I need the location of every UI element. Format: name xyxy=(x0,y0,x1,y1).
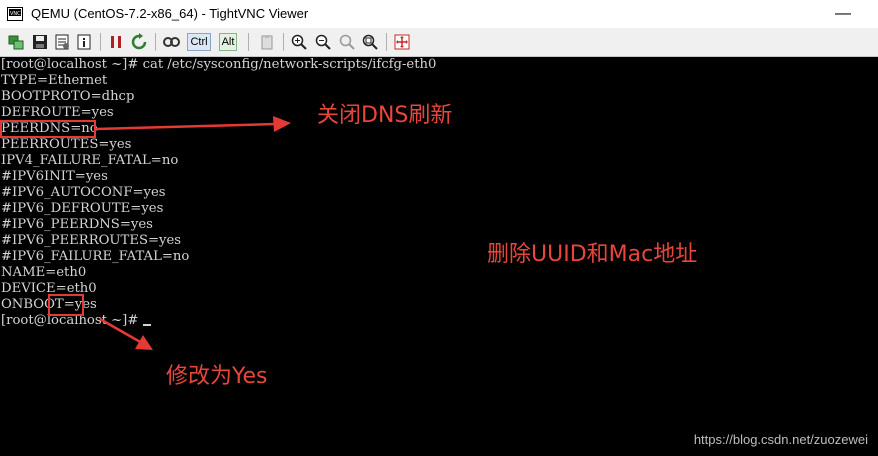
alt-key-button[interactable]: Alt xyxy=(215,32,241,52)
pause-button[interactable] xyxy=(107,32,125,52)
options-icon xyxy=(55,34,69,50)
toolbar-divider xyxy=(248,33,249,51)
tightvnc-app-icon: VNC xyxy=(7,6,23,22)
minimize-icon: — xyxy=(835,5,851,22)
alt-key: Alt xyxy=(218,33,238,51)
new-connection-button[interactable] xyxy=(6,32,26,52)
connection-info-button[interactable] xyxy=(75,32,93,52)
pause-icon xyxy=(111,36,121,48)
refresh-icon xyxy=(131,33,147,50)
zoom-100-icon xyxy=(339,34,355,50)
save-button[interactable] xyxy=(31,32,49,52)
onboot-arrowhead xyxy=(135,335,153,350)
ctrl-key-button[interactable]: Ctrl xyxy=(185,32,213,52)
ctrl-key: Ctrl xyxy=(187,33,211,51)
clipboard-icon xyxy=(261,35,273,50)
window-title: QEMU (CentOS-7.2-x86_64) - TightVNC View… xyxy=(31,6,309,21)
watermark-text: https://blog.csdn.net/zuozewei xyxy=(693,432,868,447)
keys-icon xyxy=(163,37,180,47)
send-ctrl-alt-del-button[interactable] xyxy=(161,32,183,52)
minimize-button[interactable]: — xyxy=(820,0,866,28)
fullscreen-icon xyxy=(394,34,410,50)
dns-arrow-line xyxy=(95,122,277,131)
zoom-in-icon xyxy=(291,34,307,50)
vnc-remote-screen[interactable]: [root@localhost ~]# cat /etc/sysconfig/n… xyxy=(0,57,878,456)
save-icon xyxy=(33,35,47,49)
toolbar-divider xyxy=(155,33,156,51)
onboot-arrow-line xyxy=(99,317,143,345)
title-bar: VNC QEMU (CentOS-7.2-x86_64) - TightVNC … xyxy=(0,0,878,28)
zoom-out-button[interactable] xyxy=(314,32,332,52)
zoom-in-button[interactable] xyxy=(290,32,308,52)
toolbar-divider xyxy=(283,33,284,51)
info-icon xyxy=(77,34,91,50)
dns-arrowhead xyxy=(273,116,291,132)
clipboard-button[interactable] xyxy=(257,32,277,52)
toolbar-divider xyxy=(100,33,101,51)
new-connection-icon xyxy=(8,35,24,50)
annotation-set-onboot-yes: 修改为Yes xyxy=(166,364,268,389)
zoom-fit-button[interactable] xyxy=(361,32,379,52)
svg-text:VNC: VNC xyxy=(10,11,21,17)
zoom-100-button[interactable] xyxy=(338,32,356,52)
toolbar: Ctrl Alt xyxy=(0,28,878,57)
annotation-remove-uuid-mac: 删除UUID和Mac地址 xyxy=(487,242,698,267)
fullscreen-button[interactable] xyxy=(393,32,411,52)
options-button[interactable] xyxy=(53,32,71,52)
annotation-disable-dns: 关闭DNS刷新 xyxy=(317,103,453,128)
refresh-button[interactable] xyxy=(129,32,149,52)
zoom-out-icon xyxy=(315,34,331,50)
toolbar-divider xyxy=(386,33,387,51)
zoom-fit-icon xyxy=(362,34,378,50)
